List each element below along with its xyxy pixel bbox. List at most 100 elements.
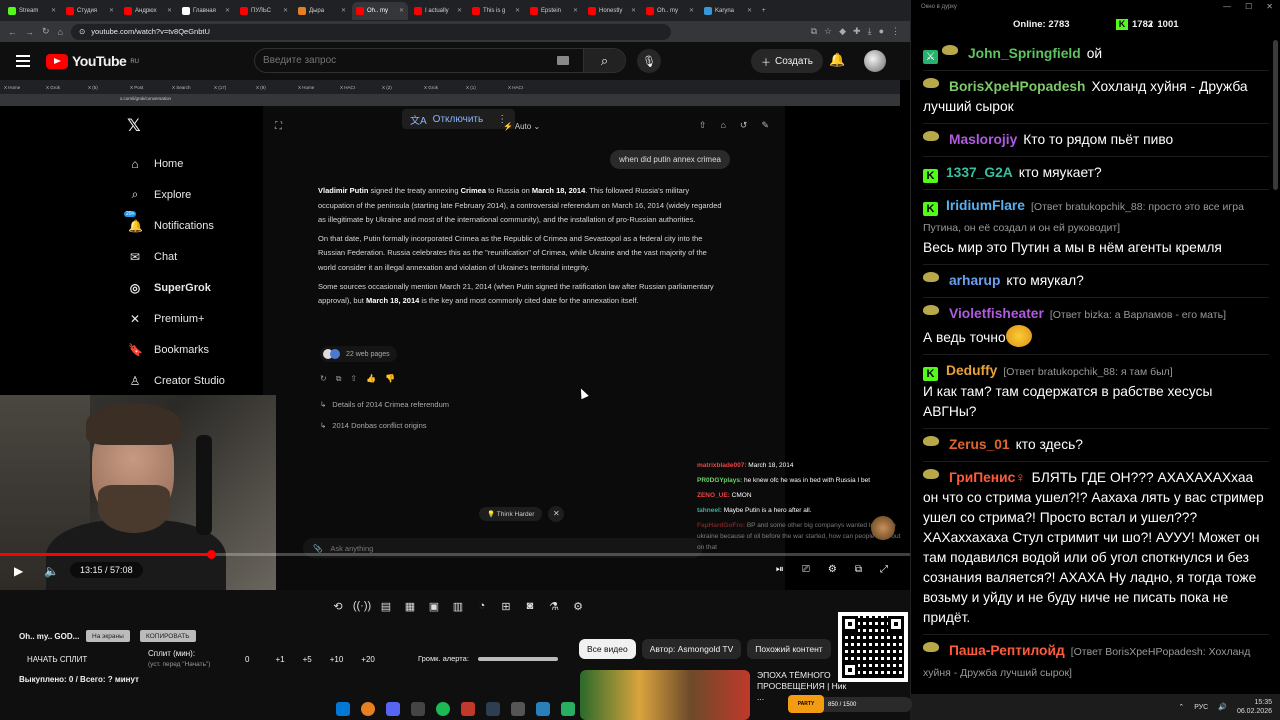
split-plus-20[interactable]: +20	[361, 655, 375, 664]
think-harder-button[interactable]: 💡 Think Harder	[479, 507, 543, 521]
miniplayer-icon[interactable]: ⧉	[855, 564, 862, 575]
split-plus-10[interactable]: +10	[330, 655, 344, 664]
notifications-bell-icon[interactable]: 🔔	[829, 52, 845, 68]
browser-tab[interactable]: Андрюх ✕	[120, 2, 176, 20]
settings-gear-icon[interactable]: ⚙	[828, 564, 837, 575]
chat-nick[interactable]: BorisXpeHPopadesh	[949, 79, 1085, 94]
spotify-icon[interactable]	[435, 702, 450, 716]
browser-tab[interactable]: Epstein ✕	[526, 2, 582, 20]
loop-icon[interactable]: ⟲	[330, 598, 346, 614]
browser-tab[interactable]: ПУЛЬС ✕	[236, 2, 292, 20]
x-nav-premium[interactable]: ✕ Premium+	[118, 303, 268, 334]
app-icon[interactable]	[410, 702, 425, 716]
split-plus-1[interactable]: +1	[275, 655, 284, 664]
close-tab-icon[interactable]: ✕	[457, 7, 462, 14]
search-input[interactable]	[255, 55, 557, 66]
search-button[interactable]: ⌕	[583, 49, 625, 72]
clock[interactable]: 15:35 06.02.2026	[1237, 698, 1272, 716]
close-tab-icon[interactable]: ✕	[341, 7, 346, 14]
copy-icon[interactable]: ⧉	[336, 374, 342, 384]
browser-tab[interactable]: Stream ✕	[4, 2, 60, 20]
x-nav-explore[interactable]: ⌕ Explore	[118, 179, 268, 210]
subtitles-icon[interactable]: ⎚	[802, 564, 810, 575]
settings-gear-icon[interactable]: ⚙	[570, 598, 586, 614]
speed-icon[interactable]: ◔	[474, 598, 490, 614]
close-tab-icon[interactable]: ✕	[573, 7, 578, 14]
telegram-icon[interactable]	[535, 702, 550, 716]
close-tab-icon[interactable]: ✕	[283, 7, 288, 14]
chat-nick[interactable]: ГриПенис♀	[949, 470, 1026, 485]
language-indicator[interactable]: РУС	[1194, 704, 1208, 711]
expand-icon[interactable]: ⛶	[275, 121, 282, 132]
x-nav-chat[interactable]: ✉ Chat	[118, 241, 268, 272]
profile-icon[interactable]: ●	[879, 26, 884, 37]
split-value[interactable]: 0	[245, 655, 249, 664]
app-icon[interactable]	[460, 702, 475, 716]
close-icon[interactable]: ✕	[1266, 2, 1273, 11]
youtube-logo[interactable]: YouTube RU	[46, 53, 139, 69]
browser-tab[interactable]: Karyna ✕	[700, 2, 756, 20]
playlist-icon[interactable]: ▤	[378, 598, 394, 614]
chat-nick[interactable]: Maslorojiy	[949, 132, 1017, 147]
chat-nick[interactable]: arharup	[949, 273, 1000, 288]
screen-chip[interactable]: На экраны	[86, 630, 130, 642]
progress-bar[interactable]	[0, 550, 910, 559]
filter-related[interactable]: Похожий контент	[747, 639, 831, 659]
chat-nick[interactable]: IridiumFlare	[946, 198, 1025, 213]
chat-nick[interactable]: Паша-Рептилойд	[949, 643, 1065, 658]
share-icon[interactable]: ⇧	[699, 120, 707, 131]
reload-icon[interactable]: ↻	[42, 26, 50, 37]
browser-tab[interactable]: This is g ✕	[468, 2, 524, 20]
close-tab-icon[interactable]: ✕	[689, 7, 694, 14]
translate-toggle[interactable]: 文A Отключить ⋮	[402, 109, 516, 129]
thumbs-up-icon[interactable]: 👍	[366, 374, 376, 384]
close-tab-icon[interactable]: ✕	[631, 7, 636, 14]
chat-nick[interactable]: John_Springfield	[968, 46, 1081, 61]
steam-icon[interactable]	[485, 702, 500, 716]
back-icon[interactable]: ←	[8, 27, 17, 37]
close-tab-icon[interactable]: ✕	[225, 7, 230, 14]
chat-scrollbar[interactable]	[1273, 40, 1278, 190]
grid-icon[interactable]: ▥	[450, 598, 466, 614]
x-nav-supergrok[interactable]: ◎ SuperGrok	[118, 272, 268, 303]
alert-volume-slider[interactable]	[478, 657, 558, 661]
hamburger-menu-icon[interactable]	[16, 55, 30, 67]
volume-icon[interactable]: 🔈	[44, 564, 59, 578]
flask-icon[interactable]: ⚗	[546, 598, 562, 614]
download-icon[interactable]: ⤓	[868, 26, 872, 37]
browser-tab[interactable]: Oh.. my ✕	[352, 1, 408, 20]
browser-tab[interactable]: Дыра ✕	[294, 2, 350, 20]
minimize-icon[interactable]: —	[1223, 2, 1231, 11]
maximize-icon[interactable]: ☐	[1245, 2, 1252, 11]
video-player[interactable]: X Home X Grok X (5) X Post X Search X (17) X (…	[0, 80, 910, 590]
star-icon[interactable]: ☆	[824, 26, 832, 37]
create-button[interactable]: ＋ Создать	[751, 49, 824, 73]
close-tab-icon[interactable]: ✕	[167, 7, 172, 14]
sources-chip[interactable]: 22 web pages	[320, 346, 397, 362]
app-icon[interactable]	[560, 702, 575, 716]
clock-icon[interactable]: ↺	[740, 120, 748, 131]
share-icon[interactable]: ⇧	[350, 374, 357, 384]
site-info-icon[interactable]: ⊙	[79, 27, 85, 36]
play-icon[interactable]: ▶	[14, 564, 23, 578]
camera-icon[interactable]: ◙	[522, 598, 538, 614]
puzzle-icon[interactable]: ✚	[853, 26, 861, 37]
filter-all-videos[interactable]: Все видео	[579, 639, 636, 659]
chat-nick[interactable]: Violetfisheater	[949, 306, 1044, 321]
x-nav-notifications[interactable]: 🔔 20+ Notifications	[118, 210, 268, 241]
home-icon[interactable]: ⌂	[58, 27, 63, 37]
close-tab-icon[interactable]: ✕	[109, 7, 114, 14]
copy-button[interactable]: КОПИРОВАТЬ	[140, 630, 196, 642]
progress-scrubber[interactable]	[207, 550, 217, 559]
model-selector[interactable]: ⚡ Auto ⌄	[503, 122, 540, 131]
filter-author[interactable]: Автор: Asmongold TV	[641, 639, 742, 659]
x-nav-creator-studio[interactable]: ♙ Creator Studio	[118, 365, 268, 396]
clip-icon[interactable]: ▦	[402, 598, 418, 614]
close-tab-icon[interactable]: ✕	[399, 7, 404, 14]
followup-suggestion[interactable]: ↳ 2014 Donbas conflict origins	[320, 421, 427, 430]
url-field[interactable]: ⊙ youtube.com/watch?v=tv8QeGnbtU	[70, 23, 671, 40]
app-icon[interactable]	[510, 702, 525, 716]
chat-nick[interactable]: Deduffy	[946, 363, 997, 378]
add-icon[interactable]: ⊞	[498, 598, 514, 614]
browser-tab[interactable]: I actually ✕	[410, 2, 466, 20]
